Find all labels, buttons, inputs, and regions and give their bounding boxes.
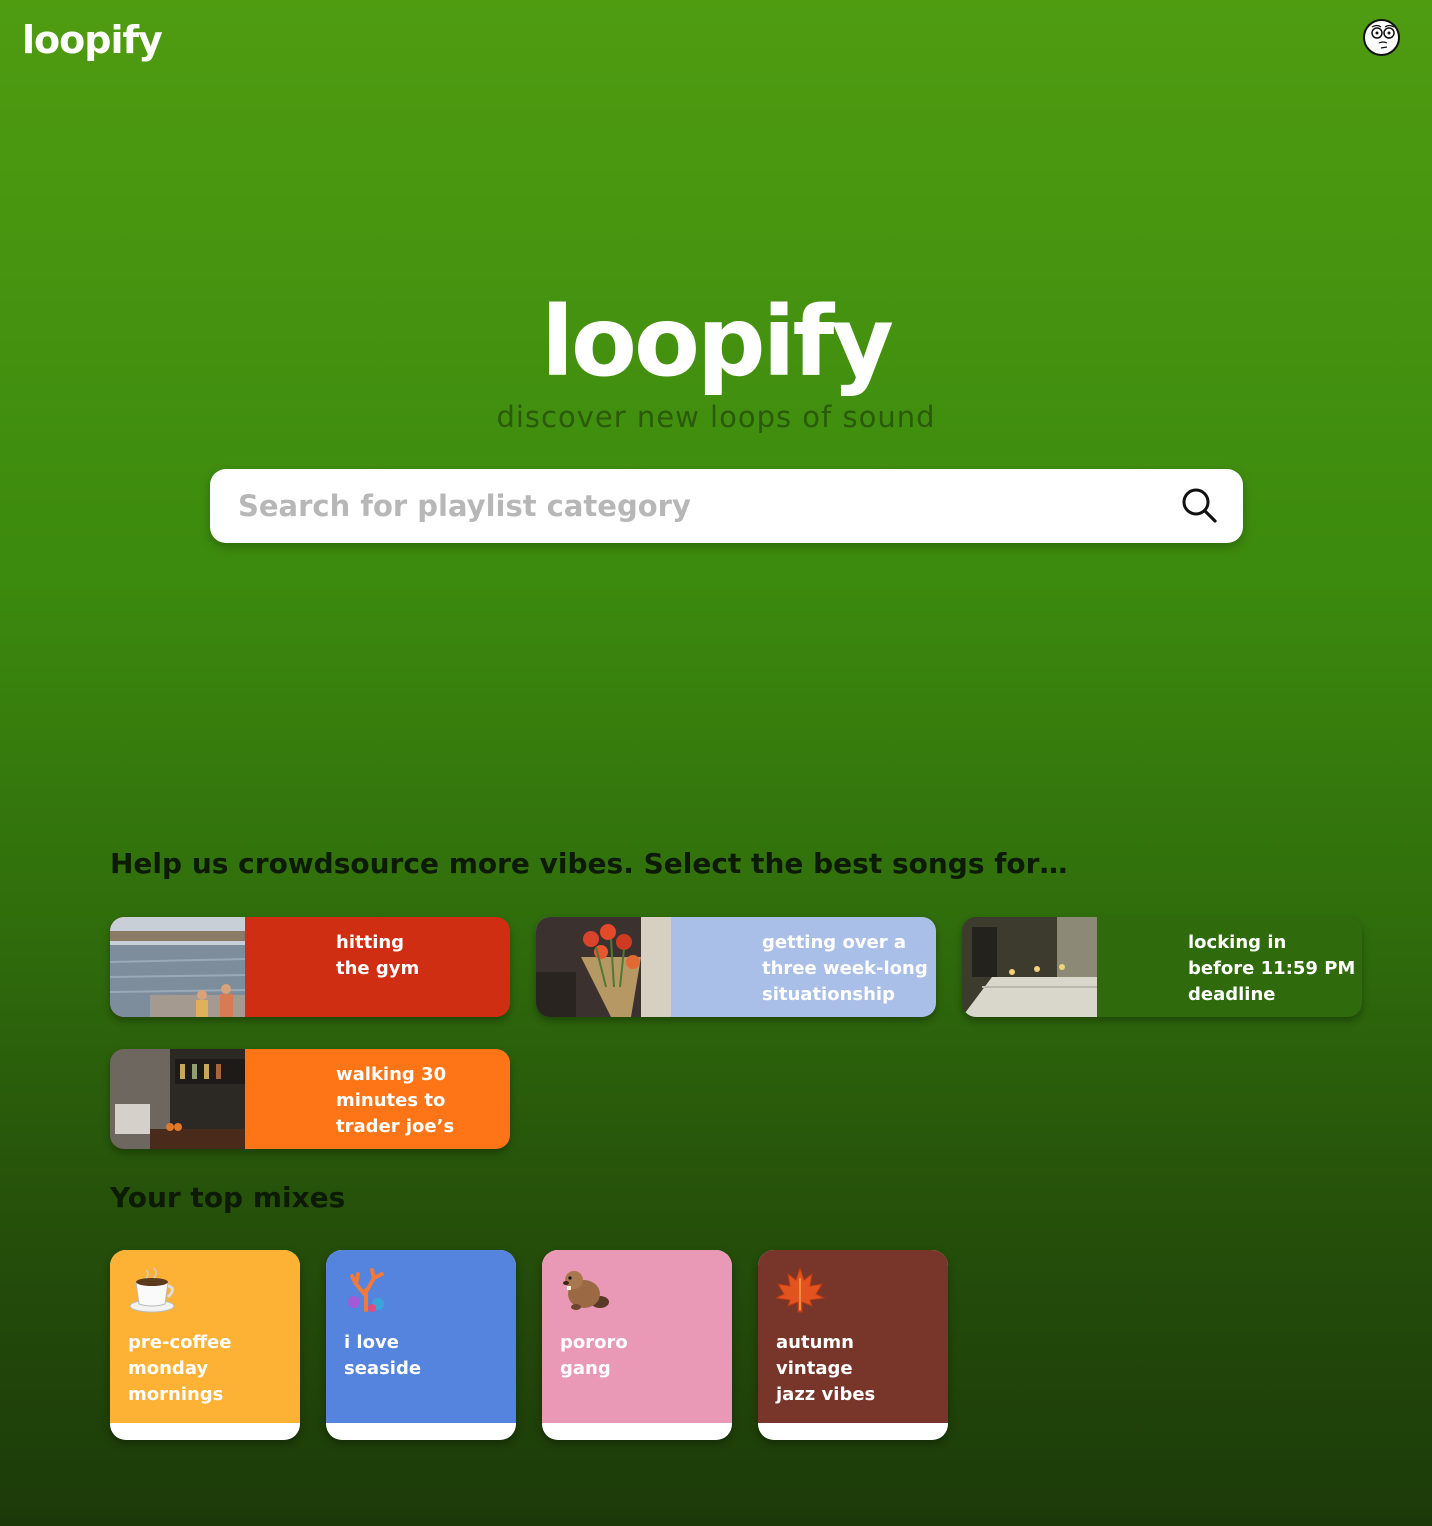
hero-subtitle: discover new loops of sound (496, 400, 936, 434)
mix-card-label: autumn vintage jazz vibes (776, 1332, 876, 1405)
meme-face-avatar-icon[interactable] (1363, 19, 1400, 56)
vibe-card-trader-joes[interactable]: walking 30 minutes to trader joe’s (110, 1049, 510, 1149)
mix-card-label: pre-coffee monday mornings (128, 1332, 232, 1405)
coral-icon (344, 1266, 396, 1314)
hero-title: loopify (541, 286, 894, 398)
tulip-bouquet-photo (536, 917, 671, 1017)
maple-leaf-icon (774, 1266, 828, 1314)
top-mixes-title: Your top mixes (110, 1181, 346, 1214)
search-input[interactable] (238, 479, 1158, 533)
mix-card-pre-coffee[interactable]: pre-coffee monday mornings (110, 1250, 300, 1440)
beaver-icon (560, 1266, 612, 1314)
search-icon[interactable] (1180, 486, 1218, 524)
vibe-card-label: hitting the gym (336, 932, 420, 979)
vibe-card-label: getting over a three week-long situation… (762, 932, 928, 1005)
mix-card-pororo[interactable]: pororo gang (542, 1250, 732, 1440)
cafe-bar-photo (110, 1049, 245, 1149)
coffee-cup-icon (128, 1266, 180, 1314)
vibe-card-label: locking in before 11:59 PM deadline (1188, 932, 1356, 1005)
header-logo[interactable]: loopify (22, 18, 163, 62)
vibe-card-label: walking 30 minutes to trader joe’s (336, 1064, 455, 1137)
mix-card-autumn-jazz[interactable]: autumn vintage jazz vibes (758, 1250, 948, 1440)
mix-card-label: i love seaside (344, 1332, 422, 1379)
crowdsource-title: Help us crowdsource more vibes. Select t… (110, 847, 1068, 880)
seaside-promenade-photo (110, 917, 246, 1017)
candlelit-dinner-table-photo (962, 917, 1097, 1017)
vibe-card-gym[interactable]: hitting the gym (110, 917, 510, 1017)
mix-card-seaside[interactable]: i love seaside (326, 1250, 516, 1440)
mix-card-label: pororo gang (560, 1332, 628, 1379)
vibe-card-situationship[interactable]: getting over a three week-long situation… (536, 917, 936, 1017)
vibe-card-deadline[interactable]: locking in before 11:59 PM deadline (962, 917, 1362, 1017)
search-bar (210, 469, 1243, 543)
